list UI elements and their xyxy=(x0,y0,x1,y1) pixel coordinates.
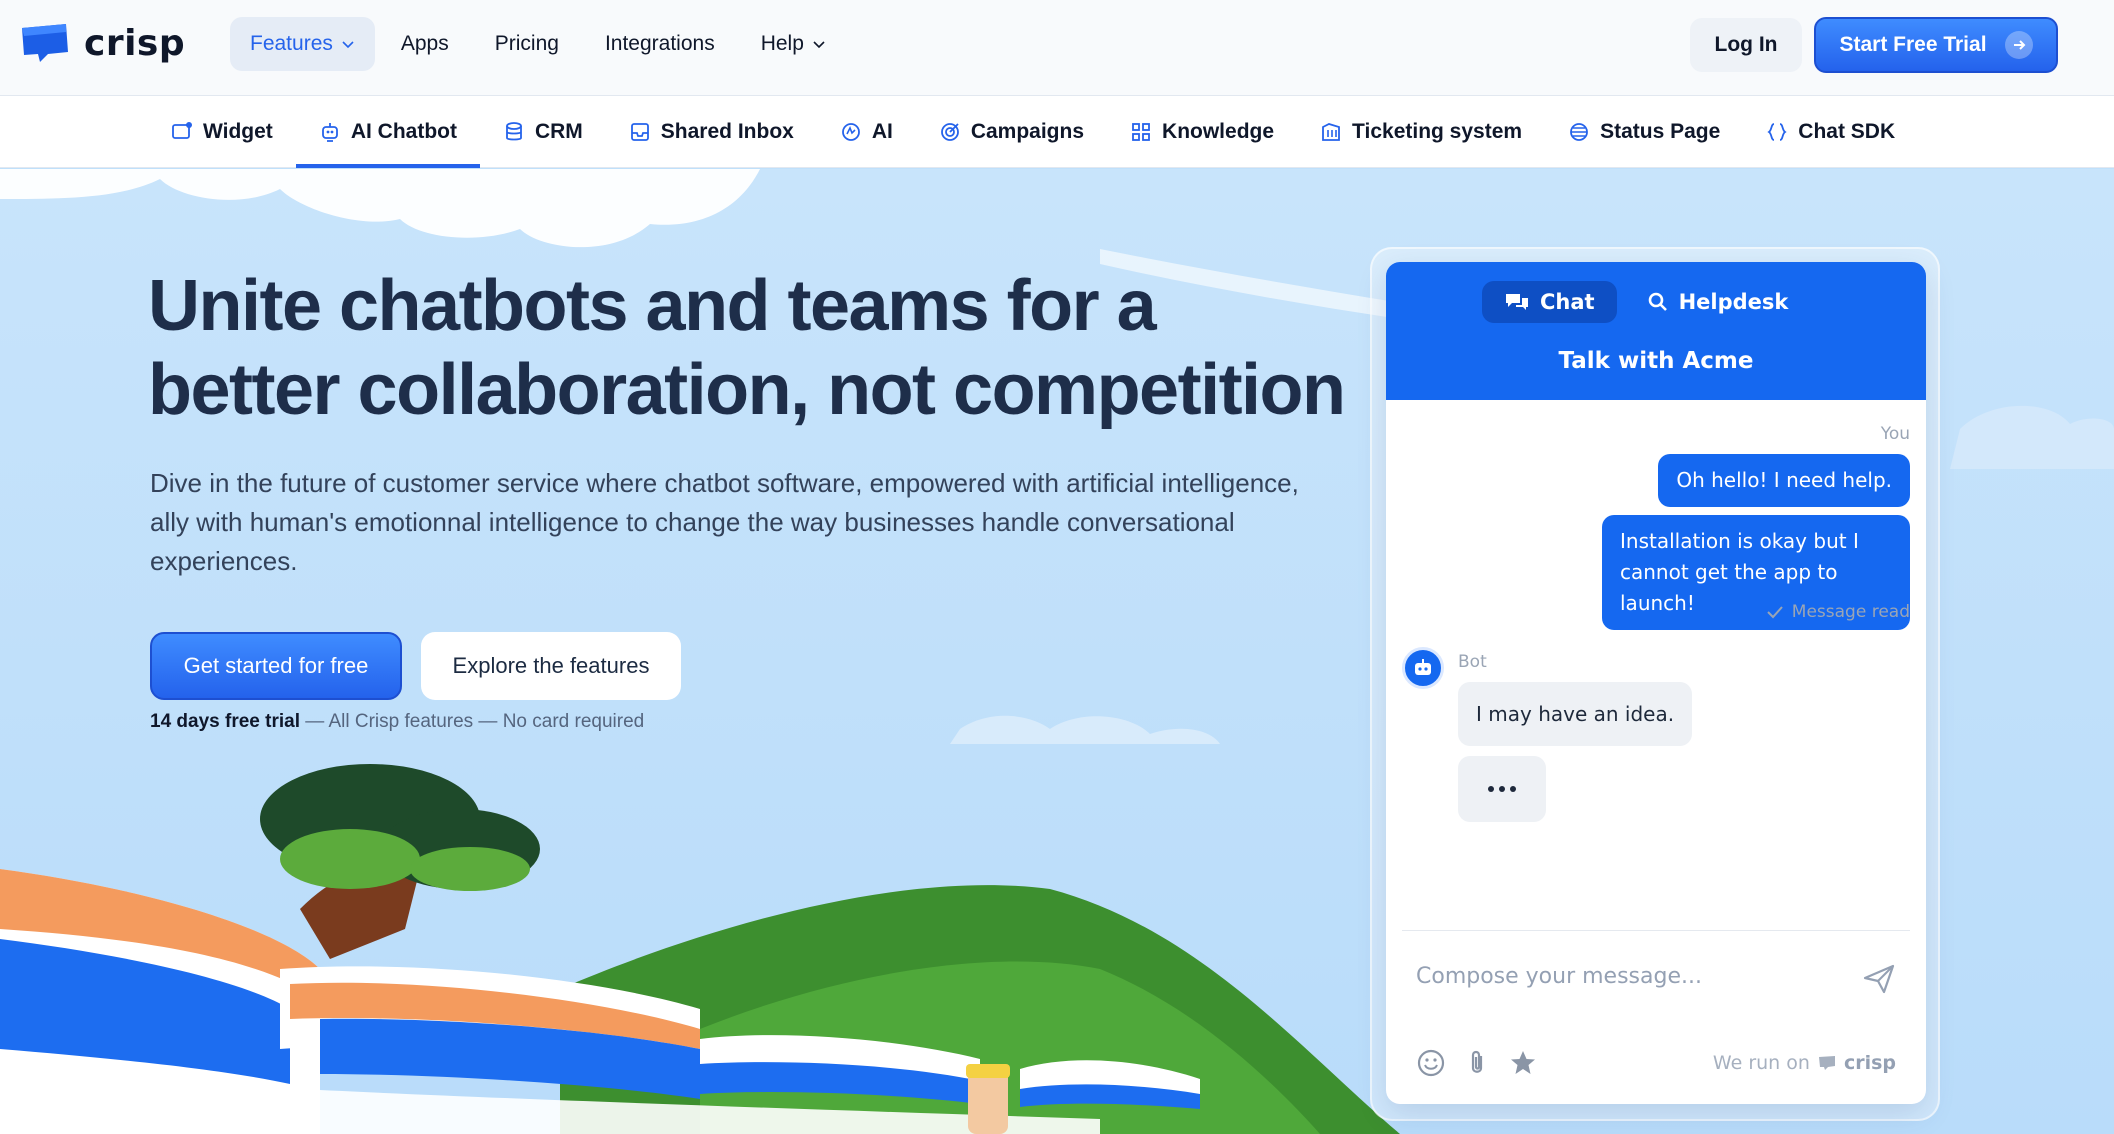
nav-pricing-label: Pricing xyxy=(494,32,559,55)
nav-integrations[interactable]: Integrations xyxy=(585,17,735,71)
features-subnav: Widget AI Chatbot CRM Shared Inbox AI Ca… xyxy=(0,96,2114,168)
inbox-icon xyxy=(630,123,649,141)
subnav-knowledge[interactable]: Knowledge xyxy=(1107,96,1297,168)
subnav-ticketing-label: Ticketing system xyxy=(1352,120,1523,143)
chat-widget: Chat Helpdesk Talk with Acme You Oh hell… xyxy=(1386,262,1926,1104)
subnav-ai[interactable]: AI xyxy=(817,96,916,168)
nav-features-label: Features xyxy=(250,32,333,55)
subnav-crm-label: CRM xyxy=(534,120,583,143)
get-started-button[interactable]: Get started for free xyxy=(150,632,402,700)
login-button[interactable]: Log In xyxy=(1690,18,1802,72)
headline-line-2: better collaboration, not competition xyxy=(148,350,1346,430)
subnav-shared-inbox-label: Shared Inbox xyxy=(660,120,794,143)
top-header: crisp Features Apps Pricing Integrations… xyxy=(0,0,2114,96)
runs-on-brand: crisp xyxy=(1843,1052,1896,1074)
compose-tools xyxy=(1416,1048,1538,1078)
nav-apps[interactable]: Apps xyxy=(381,17,469,71)
chevron-down-icon xyxy=(813,41,825,49)
trial-note: 14 days free trial — All Crisp features … xyxy=(150,711,644,733)
widget-icon xyxy=(172,122,192,139)
subnav-chat-sdk-label: Chat SDK xyxy=(1798,120,1896,143)
trial-note-bold: 14 days free trial xyxy=(150,711,300,732)
nav-help-label: Help xyxy=(760,32,804,55)
nav-help[interactable]: Help xyxy=(741,17,846,71)
subnav-crm[interactable]: CRM xyxy=(480,96,606,168)
check-icon xyxy=(1767,606,1783,619)
send-icon[interactable] xyxy=(1862,962,1896,996)
bot-avatar xyxy=(1402,647,1444,689)
subnav-knowledge-label: Knowledge xyxy=(1162,120,1275,143)
trial-note-rest: — All Crisp features — No card required xyxy=(299,711,645,732)
emoji-icon[interactable] xyxy=(1416,1048,1446,1078)
robot-icon xyxy=(1415,659,1431,675)
nav-features[interactable]: Features xyxy=(230,17,375,71)
ai-icon xyxy=(841,123,860,141)
subnav-ai-chatbot[interactable]: AI Chatbot xyxy=(295,96,481,168)
read-receipt: Message read xyxy=(1766,602,1910,622)
subnav-campaigns-label: Campaigns xyxy=(970,120,1085,143)
subnav-widget[interactable]: Widget xyxy=(148,96,296,168)
robot-icon xyxy=(321,123,338,142)
search-icon xyxy=(1648,292,1667,311)
main-nav: Features Apps Pricing Integrations Help xyxy=(230,17,846,71)
nav-apps-label: Apps xyxy=(400,32,449,55)
sender-label-bot: Bot xyxy=(1458,652,1487,672)
tab-chat-label: Chat xyxy=(1540,290,1595,314)
sender-label-you: You xyxy=(1880,424,1910,444)
crisp-logo-icon xyxy=(18,22,70,64)
chat-widget-title: Talk with Acme xyxy=(1558,348,1754,374)
subnav-ai-chatbot-label: AI Chatbot xyxy=(350,120,457,143)
database-icon xyxy=(506,122,522,141)
hero-subtitle: Dive in the future of customer service w… xyxy=(150,468,1299,576)
bot-message: I may have an idea. xyxy=(1458,682,1693,746)
nav-pricing[interactable]: Pricing xyxy=(475,17,579,71)
tab-chat[interactable]: Chat xyxy=(1482,281,1617,323)
chat-bubbles-icon xyxy=(1506,294,1528,310)
headline-line-1: Unite chatbots and teams for a xyxy=(148,266,1157,346)
subnav-status-page[interactable]: Status Page xyxy=(1545,96,1743,168)
nav-integrations-label: Integrations xyxy=(604,32,715,55)
arrow-right-icon xyxy=(2004,31,2033,59)
start-trial-button[interactable]: Start Free Trial xyxy=(1814,17,2058,73)
runs-on-prefix: We run on xyxy=(1712,1052,1810,1074)
compose-input[interactable]: Compose your message... xyxy=(1416,964,1702,989)
subnav-chat-sdk[interactable]: Chat SDK xyxy=(1743,96,1918,168)
brand-logo[interactable]: crisp xyxy=(18,22,185,64)
subnav-ticketing[interactable]: Ticketing system xyxy=(1297,96,1545,168)
crisp-logo-icon xyxy=(1818,1056,1835,1070)
subnav-campaigns[interactable]: Campaigns xyxy=(916,96,1107,168)
subnav-ai-label: AI xyxy=(871,120,893,143)
typing-indicator xyxy=(1458,756,1546,822)
user-message-1: Oh hello! I need help. xyxy=(1658,454,1910,507)
attachment-icon[interactable] xyxy=(1462,1048,1492,1078)
ticket-icon xyxy=(1322,123,1340,141)
grid-icon xyxy=(1132,123,1150,141)
status-icon xyxy=(1570,123,1588,141)
target-icon xyxy=(940,123,959,141)
subnav-widget-label: Widget xyxy=(203,120,273,143)
read-status: Message read xyxy=(1791,602,1910,622)
tab-helpdesk-label: Helpdesk xyxy=(1678,290,1789,314)
subnav-shared-inbox[interactable]: Shared Inbox xyxy=(606,96,817,168)
explore-features-button[interactable]: Explore the features xyxy=(421,632,681,700)
brand-name: crisp xyxy=(84,22,186,64)
hero-headline: Unite chatbots and teams for a better co… xyxy=(148,264,1348,432)
tab-helpdesk[interactable]: Helpdesk xyxy=(1625,281,1811,323)
subnav-status-page-label: Status Page xyxy=(1600,120,1721,143)
chat-widget-header: Chat Helpdesk Talk with Acme xyxy=(1386,262,1926,400)
braces-icon xyxy=(1767,123,1787,141)
start-trial-label: Start Free Trial xyxy=(1839,33,1987,56)
compose-divider xyxy=(1402,930,1910,931)
runs-on-crisp[interactable]: We run on crisp xyxy=(1713,1052,1896,1074)
star-icon[interactable] xyxy=(1508,1048,1538,1078)
chevron-down-icon xyxy=(342,41,354,49)
